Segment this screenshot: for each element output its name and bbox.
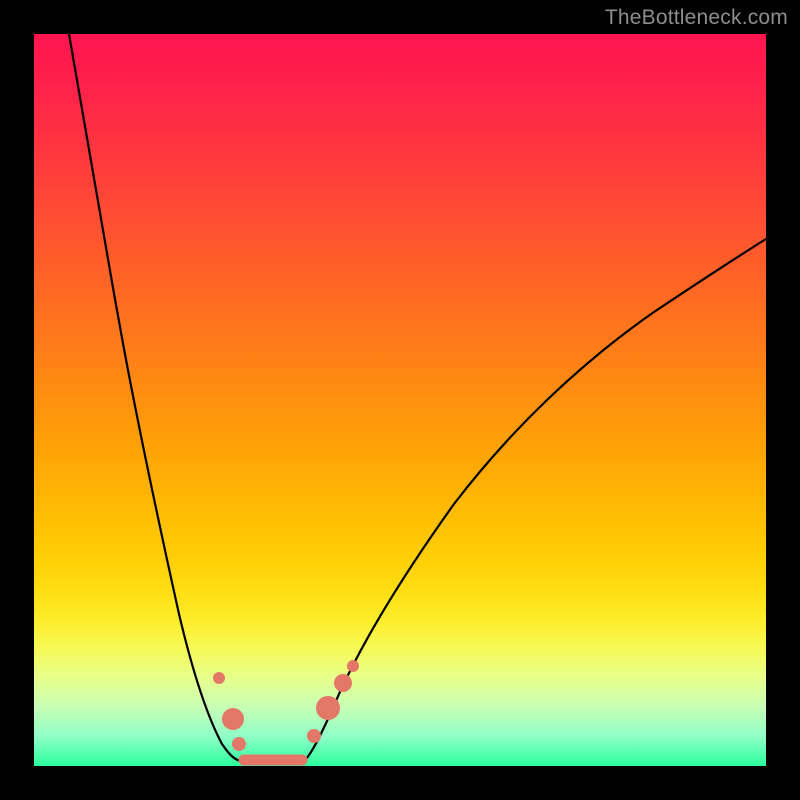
- curve-layer: [34, 34, 766, 766]
- curve-left-branch: [69, 34, 242, 761]
- outer-frame: TheBottleneck.com: [0, 0, 800, 800]
- curve-right-branch: [304, 239, 766, 761]
- marker-dot: [347, 660, 359, 672]
- marker-dot: [222, 708, 244, 730]
- plot-area: [34, 34, 766, 766]
- watermark-text: TheBottleneck.com: [605, 6, 788, 30]
- marker-dot: [334, 674, 352, 692]
- marker-dot: [316, 696, 340, 720]
- marker-dot: [232, 737, 246, 751]
- marker-dot: [307, 729, 321, 743]
- marker-dot: [213, 672, 225, 684]
